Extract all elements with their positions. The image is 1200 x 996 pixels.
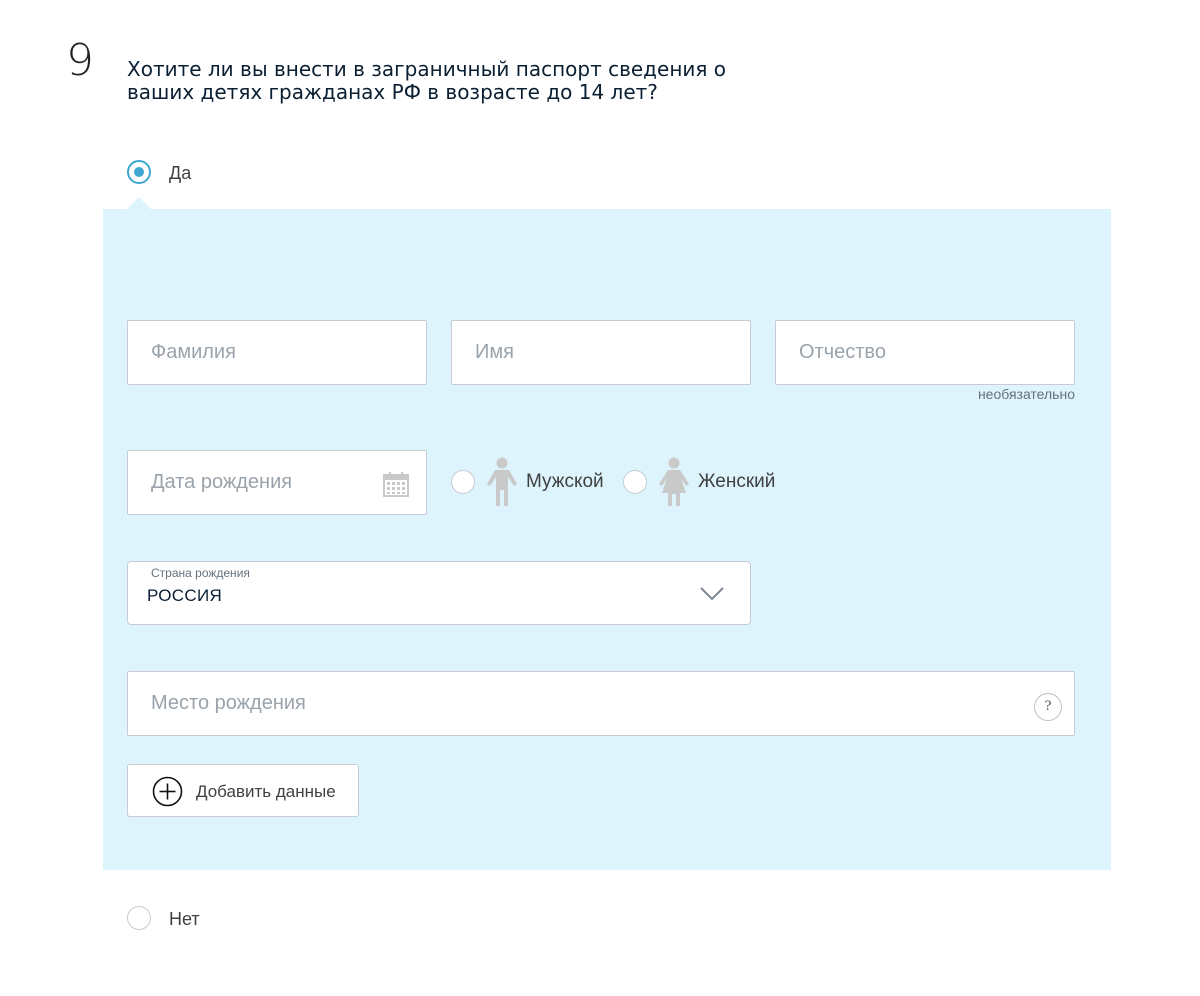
gender-female-label[interactable]: Женский	[698, 471, 775, 493]
patronymic-optional-hint: необязательно	[977, 386, 1075, 402]
last-name-input[interactable]	[128, 321, 426, 384]
radio-no[interactable]	[127, 906, 151, 930]
question-text: Хотите ли вы внести в заграничный паспор…	[127, 57, 727, 104]
birth-country-select[interactable]: Страна рождения РОССИЯ	[127, 561, 751, 625]
birth-country-value: РОССИЯ	[147, 586, 223, 605]
first-name-input[interactable]	[452, 321, 750, 384]
radio-no-label[interactable]: Нет	[169, 909, 200, 930]
patronymic-field[interactable]	[775, 320, 1075, 385]
calendar-icon[interactable]	[383, 471, 409, 497]
question-number: 9	[66, 35, 94, 86]
panel-pointer	[127, 197, 151, 209]
female-person-icon	[659, 457, 689, 506]
gender-male-label[interactable]: Мужской	[526, 471, 604, 493]
birth-date-input[interactable]	[128, 451, 426, 514]
first-name-field[interactable]	[451, 320, 751, 385]
birth-place-input[interactable]	[128, 672, 1074, 735]
page: 9 Хотите ли вы внести в заграничный пасп…	[0, 0, 1200, 996]
birth-place-field[interactable]: ?	[127, 671, 1075, 736]
male-person-icon	[487, 457, 517, 506]
add-data-button[interactable]: Добавить данные	[127, 764, 359, 817]
help-icon[interactable]: ?	[1034, 693, 1062, 721]
patronymic-input[interactable]	[776, 321, 1074, 384]
chevron-down-icon[interactable]	[700, 587, 724, 601]
radio-male[interactable]	[451, 470, 475, 494]
radio-female[interactable]	[623, 470, 647, 494]
add-data-label: Добавить данные	[196, 782, 336, 801]
radio-yes[interactable]	[127, 160, 151, 184]
birth-date-field[interactable]	[127, 450, 427, 515]
last-name-field[interactable]	[127, 320, 427, 385]
plus-circle-icon	[152, 776, 183, 807]
birth-country-caption: Страна рождения	[151, 566, 250, 580]
radio-yes-label[interactable]: Да	[169, 163, 191, 184]
